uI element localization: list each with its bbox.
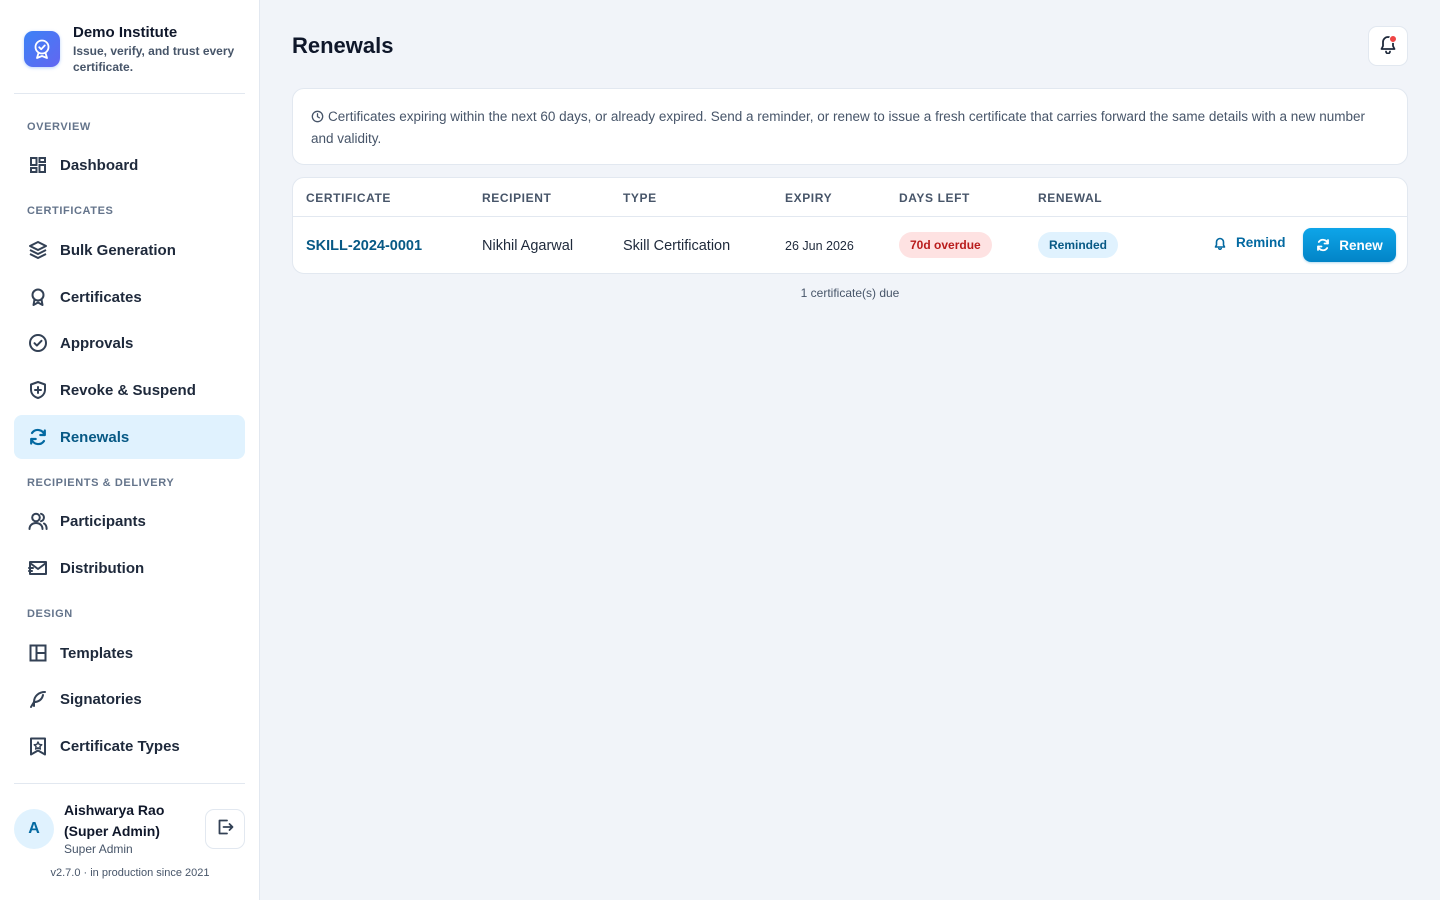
avatar[interactable]: A xyxy=(14,809,54,849)
column-header-recipient: RECIPIENT xyxy=(482,191,552,205)
notifications-button[interactable] xyxy=(1368,26,1408,66)
sidebar-item-certificate-types[interactable]: Certificate Types xyxy=(14,724,245,768)
sidebar-item-signatories[interactable]: Signatories xyxy=(14,677,245,721)
section-label-overview: OVERVIEW xyxy=(27,121,91,133)
column-header-renewal: RENEWAL xyxy=(1038,191,1103,205)
shield-plus-icon xyxy=(27,379,49,401)
renewals-table: CERTIFICATE RECIPIENT TYPE EXPIRY DAYS L… xyxy=(292,177,1408,274)
section-label-certificates: CERTIFICATES xyxy=(27,205,114,217)
layout-icon xyxy=(27,642,49,664)
users-icon xyxy=(27,510,49,532)
info-banner: Certificates expiring within the next 60… xyxy=(292,88,1408,165)
check-circle-icon xyxy=(27,332,49,354)
sidebar-item-label: Renewals xyxy=(60,428,130,446)
mail-send-icon xyxy=(27,557,49,579)
remind-label: Remind xyxy=(1236,235,1286,250)
bell-icon xyxy=(1213,236,1236,250)
brand-name: Demo Institute xyxy=(73,24,178,41)
certificate-type: Skill Certification xyxy=(623,238,731,254)
logout-button[interactable] xyxy=(205,809,245,849)
brand-tagline: Issue, verify, and trust every certifica… xyxy=(73,44,235,74)
sidebar: Demo Institute Issue, verify, and trust … xyxy=(0,0,260,900)
sidebar-item-bulk-generation[interactable]: Bulk Generation xyxy=(14,228,245,272)
recipient-name: Nikhil Agarwal xyxy=(482,238,574,254)
column-header-certificate: CERTIFICATE xyxy=(306,191,392,205)
bookmark-star-icon xyxy=(27,735,49,757)
section-label-recipients-delivery: RECIPIENTS & DELIVERY xyxy=(27,477,175,489)
sidebar-item-distribution[interactable]: Distribution xyxy=(14,546,245,590)
sidebar-item-label: Templates xyxy=(60,644,134,662)
refresh-icon xyxy=(1316,238,1339,252)
feather-icon xyxy=(27,688,49,710)
logout-icon xyxy=(216,818,234,841)
days-left-badge: 70d overdue xyxy=(899,232,992,258)
dashboard-icon xyxy=(27,154,49,176)
sidebar-item-label: Signatories xyxy=(60,690,142,708)
version-label: v2.7.0 · in production since 2021 xyxy=(50,867,210,879)
sidebar-item-label: Certificate Types xyxy=(60,737,180,755)
info-text: Certificates expiring within the next 60… xyxy=(311,109,1366,146)
user-role: Super Admin xyxy=(64,842,133,856)
sidebar-item-label: Bulk Generation xyxy=(60,241,176,259)
notification-dot xyxy=(1389,35,1397,43)
award-icon xyxy=(27,286,49,308)
sidebar-item-label: Approvals xyxy=(60,334,134,352)
clock-icon xyxy=(311,109,324,129)
sidebar-item-approvals[interactable]: Approvals xyxy=(14,321,245,365)
certificates-due-count: 1 certificate(s) due xyxy=(800,286,900,300)
sidebar-item-renewals[interactable]: Renewals xyxy=(14,415,245,459)
expiry-date: 26 Jun 2026 xyxy=(785,239,854,253)
column-header-type: TYPE xyxy=(623,191,657,205)
column-header-days-left: DAYS LEFT xyxy=(899,191,970,205)
certificate-number-link[interactable]: SKILL-2024-0001 xyxy=(306,238,422,254)
sidebar-item-label: Dashboard xyxy=(60,156,139,174)
layers-icon xyxy=(27,239,49,261)
divider xyxy=(293,216,1407,217)
remind-button[interactable]: Remind xyxy=(1213,235,1286,250)
brand: Demo Institute Issue, verify, and trust … xyxy=(14,18,245,94)
sidebar-item-revoke-suspend[interactable]: Revoke & Suspend xyxy=(14,368,245,412)
brand-logo-icon xyxy=(24,31,60,67)
sidebar-item-label: Participants xyxy=(60,512,146,530)
sidebar-item-participants[interactable]: Participants xyxy=(14,499,245,543)
sidebar-item-dashboard[interactable]: Dashboard xyxy=(14,143,245,187)
refresh-icon xyxy=(27,426,49,448)
user-name: Aishwarya Rao (Super Admin) xyxy=(64,802,165,839)
renewal-status-badge: Reminded xyxy=(1038,232,1119,258)
sidebar-item-templates[interactable]: Templates xyxy=(14,631,245,675)
page-title: Renewals xyxy=(292,33,394,58)
sidebar-item-label: Distribution xyxy=(60,559,145,577)
section-label-design: DESIGN xyxy=(27,608,73,620)
renew-button[interactable]: Renew xyxy=(1303,228,1396,262)
column-header-expiry: EXPIRY xyxy=(785,191,833,205)
sidebar-item-label: Revoke & Suspend xyxy=(60,381,196,399)
sidebar-item-label: Certificates xyxy=(60,288,142,306)
sidebar-item-certificates[interactable]: Certificates xyxy=(14,275,245,319)
renew-label: Renew xyxy=(1339,237,1383,253)
